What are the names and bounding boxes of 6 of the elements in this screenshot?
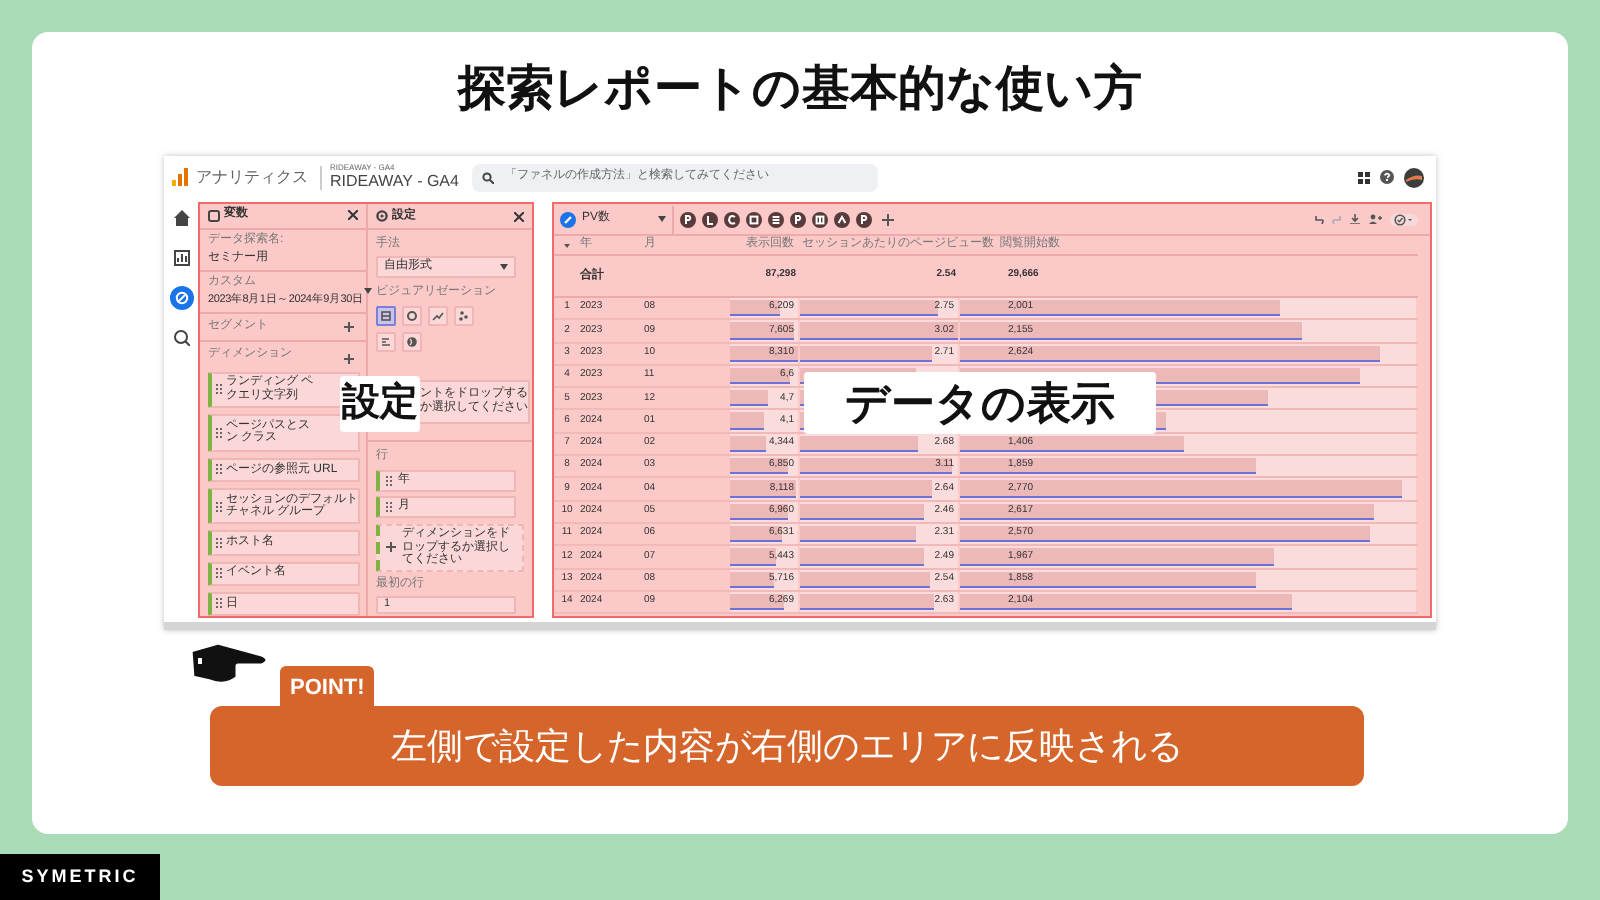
brand-logo: SYMETRIC (0, 854, 160, 900)
app-brand: アナリティクス (196, 165, 308, 189)
callout-tooltip: データの表示 (804, 372, 1156, 434)
point-banner: 左側で設定した内容が右側のエリアに反映される (210, 706, 1364, 786)
callout-tooltip: 設定 (340, 376, 420, 432)
slide-title: 探索レポートの基本的な使い方 (458, 60, 1142, 120)
